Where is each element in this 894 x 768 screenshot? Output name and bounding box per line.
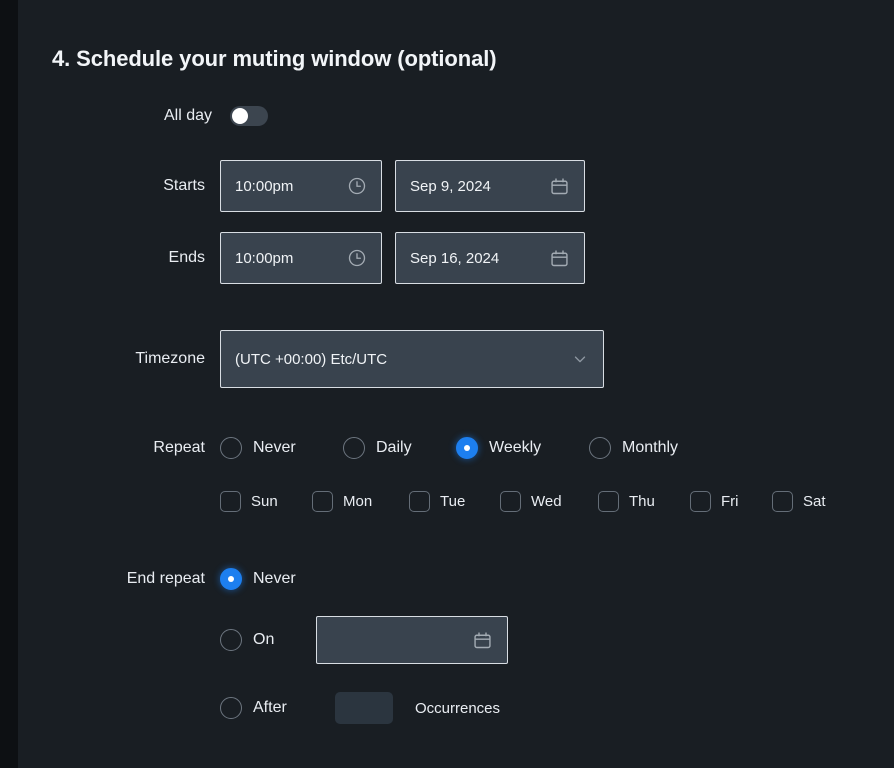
weekday-checkbox-tue[interactable] bbox=[409, 491, 430, 512]
weekday-checkbox-sun[interactable] bbox=[220, 491, 241, 512]
end-repeat-label: End repeat bbox=[18, 570, 205, 588]
occurrences-label: Occurrences bbox=[415, 700, 500, 717]
weekday-label-mon: Mon bbox=[343, 493, 372, 510]
end-repeat-row: End repeat Never bbox=[18, 568, 296, 590]
end-repeat-radio-never[interactable] bbox=[220, 568, 242, 590]
starts-time-value: 10:00pm bbox=[235, 178, 347, 195]
repeat-option-monthly-label: Monthly bbox=[622, 439, 678, 457]
starts-label: Starts bbox=[18, 177, 205, 195]
timezone-value: (UTC +00:00) Etc/UTC bbox=[235, 351, 571, 368]
end-repeat-date-input[interactable] bbox=[316, 616, 508, 664]
starts-time-input[interactable]: 10:00pm bbox=[220, 160, 382, 212]
page-title: 4. Schedule your muting window (optional… bbox=[52, 46, 496, 72]
weekday-mon[interactable]: Mon bbox=[312, 491, 409, 512]
end-repeat-radio-after[interactable] bbox=[220, 697, 242, 719]
occurrences-input[interactable] bbox=[335, 692, 393, 724]
repeat-radio-group: Never Daily Weekly Monthly bbox=[220, 437, 678, 459]
weekday-label-sun: Sun bbox=[251, 493, 278, 510]
repeat-option-never[interactable]: Never bbox=[220, 437, 343, 459]
ends-label: Ends bbox=[18, 249, 205, 267]
end-repeat-radio-on[interactable] bbox=[220, 629, 242, 651]
all-day-toggle-knob bbox=[232, 108, 248, 124]
all-day-toggle[interactable] bbox=[230, 106, 268, 126]
weekday-label-wed: Wed bbox=[531, 493, 562, 510]
repeat-radio-monthly[interactable] bbox=[589, 437, 611, 459]
ends-row: Ends 10:00pm Sep 16, 2024 bbox=[18, 232, 585, 284]
ends-time-value: 10:00pm bbox=[235, 250, 347, 267]
repeat-row: Repeat Never Daily Weekly Monthly bbox=[18, 437, 678, 459]
timezone-label: Timezone bbox=[18, 350, 205, 368]
weekday-tue[interactable]: Tue bbox=[409, 491, 500, 512]
weekday-label-tue: Tue bbox=[440, 493, 465, 510]
end-repeat-option-never[interactable]: Never bbox=[220, 568, 296, 590]
calendar-icon[interactable] bbox=[472, 630, 493, 651]
weekday-label-fri: Fri bbox=[721, 493, 739, 510]
end-repeat-option-on[interactable]: On bbox=[220, 629, 316, 651]
repeat-label: Repeat bbox=[18, 439, 205, 457]
end-repeat-never-label: Never bbox=[253, 570, 296, 588]
repeat-option-daily[interactable]: Daily bbox=[343, 437, 456, 459]
timezone-select[interactable]: (UTC +00:00) Etc/UTC bbox=[220, 330, 604, 388]
weekday-checkbox-fri[interactable] bbox=[690, 491, 711, 512]
weekday-label-thu: Thu bbox=[629, 493, 655, 510]
weekday-sun[interactable]: Sun bbox=[220, 491, 312, 512]
clock-icon[interactable] bbox=[347, 176, 367, 196]
ends-date-input[interactable]: Sep 16, 2024 bbox=[395, 232, 585, 284]
repeat-option-monthly[interactable]: Monthly bbox=[589, 437, 678, 459]
repeat-option-daily-label: Daily bbox=[376, 439, 412, 457]
weekday-thu[interactable]: Thu bbox=[598, 491, 690, 512]
repeat-radio-daily[interactable] bbox=[343, 437, 365, 459]
repeat-radio-never[interactable] bbox=[220, 437, 242, 459]
all-day-label: All day bbox=[18, 107, 212, 125]
repeat-weekday-group: Sun Mon Tue Wed Thu Fri bbox=[220, 491, 826, 512]
repeat-radio-weekly[interactable] bbox=[456, 437, 478, 459]
chevron-down-icon[interactable] bbox=[571, 350, 589, 368]
end-repeat-after-label: After bbox=[253, 699, 287, 717]
end-repeat-on-row: On bbox=[220, 616, 508, 664]
starts-date-value: Sep 9, 2024 bbox=[410, 178, 549, 195]
end-repeat-on-label: On bbox=[253, 631, 274, 649]
weekday-fri[interactable]: Fri bbox=[690, 491, 772, 512]
repeat-option-weekly-label: Weekly bbox=[489, 439, 541, 457]
starts-row: Starts 10:00pm Sep 9, 2024 bbox=[18, 160, 585, 212]
all-day-row: All day bbox=[18, 106, 268, 126]
weekday-checkbox-sat[interactable] bbox=[772, 491, 793, 512]
weekday-label-sat: Sat bbox=[803, 493, 826, 510]
end-repeat-option-after[interactable]: After bbox=[220, 697, 335, 719]
schedule-panel: 4. Schedule your muting window (optional… bbox=[18, 0, 894, 768]
schedule-muting-window-screen: 4. Schedule your muting window (optional… bbox=[0, 0, 894, 768]
ends-date-value: Sep 16, 2024 bbox=[410, 250, 549, 267]
weekday-checkbox-mon[interactable] bbox=[312, 491, 333, 512]
calendar-icon[interactable] bbox=[549, 176, 570, 197]
repeat-option-never-label: Never bbox=[253, 439, 296, 457]
repeat-option-weekly[interactable]: Weekly bbox=[456, 437, 589, 459]
calendar-icon[interactable] bbox=[549, 248, 570, 269]
starts-date-input[interactable]: Sep 9, 2024 bbox=[395, 160, 585, 212]
weekday-sat[interactable]: Sat bbox=[772, 491, 826, 512]
ends-time-input[interactable]: 10:00pm bbox=[220, 232, 382, 284]
weekday-wed[interactable]: Wed bbox=[500, 491, 598, 512]
weekday-checkbox-wed[interactable] bbox=[500, 491, 521, 512]
timezone-row: Timezone (UTC +00:00) Etc/UTC bbox=[18, 330, 604, 388]
end-repeat-after-row: After Occurrences bbox=[220, 692, 500, 724]
left-gutter bbox=[0, 0, 18, 768]
weekday-checkbox-thu[interactable] bbox=[598, 491, 619, 512]
clock-icon[interactable] bbox=[347, 248, 367, 268]
